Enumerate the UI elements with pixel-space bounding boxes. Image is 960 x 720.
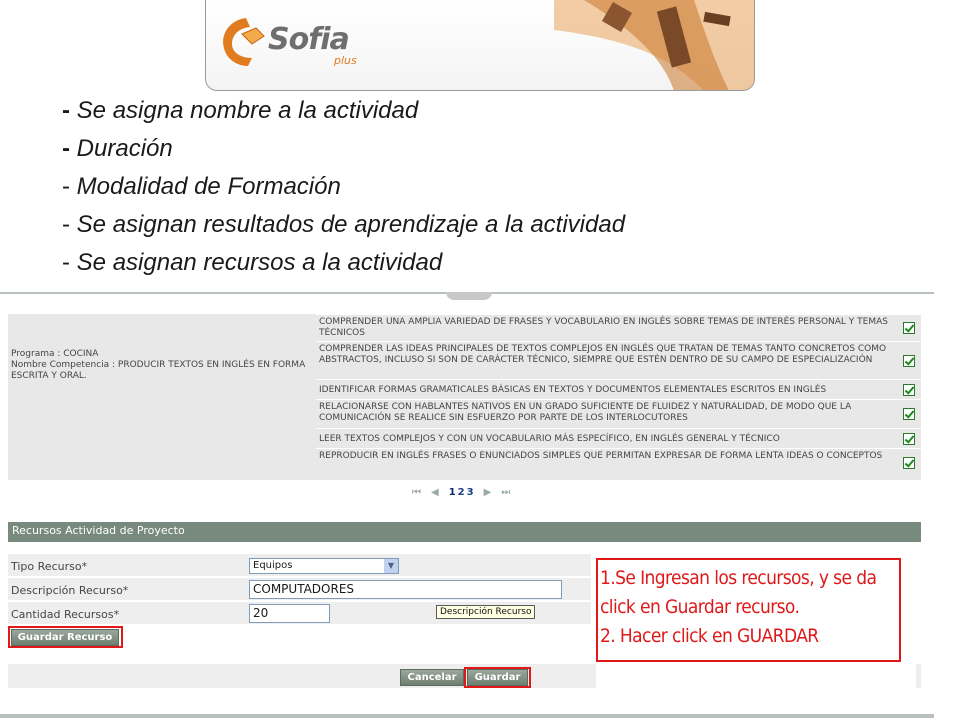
tipo-recurso-select[interactable]: Equipos ▼ [249, 558, 399, 574]
cancelar-button[interactable]: Cancelar [400, 669, 464, 686]
bullet-list: - Se asigna nombre a la actividad - Dura… [62, 92, 625, 282]
results-panel: Programa : COCINA Nombre Competencia : P… [8, 314, 921, 480]
bottom-divider [0, 714, 934, 718]
logo-text: Sofia [268, 22, 350, 57]
bullet-dash: - [62, 211, 70, 238]
result-checkbox[interactable] [903, 383, 915, 396]
bullet-item: - Modalidad de Formación [62, 168, 625, 206]
bullet-dash: - [62, 97, 70, 124]
result-checkbox[interactable] [903, 408, 915, 420]
bullet-item: - Se asignan resultados de aprendizaje a… [62, 206, 625, 244]
bullet-text: Modalidad de Formación [76, 173, 341, 200]
guardar-button[interactable]: Guardar [467, 669, 528, 686]
page-numbers: 1 2 3 [449, 487, 474, 498]
bullet-item: - Se asigna nombre a la actividad [62, 92, 625, 130]
result-text: REPRODUCIR EN INGLÉS FRASES O ENUNCIADOS… [319, 451, 883, 461]
tipo-recurso-value: Equipos [253, 560, 293, 571]
cantidad-recursos-label: Cantidad Recursos* [11, 608, 120, 621]
instruction-annotation: 1.Se Ingresan los recursos, y se da clic… [596, 558, 901, 662]
logo-banner: Sofia plus [205, 0, 755, 91]
bullet-dash: - [62, 173, 70, 200]
descripcion-recurso-input[interactable]: COMPUTADORES [249, 580, 562, 599]
result-row: REPRODUCIR EN INGLÉS FRASES O ENUNCIADOS… [316, 448, 921, 476]
program-info: Programa : COCINA Nombre Competencia : P… [11, 349, 311, 382]
annotation-backdrop [596, 662, 916, 700]
pager: ⏮ ◀ 1 2 3 ▶ ⏭ [412, 487, 510, 498]
section-header-recursos: Recursos Actividad de Proyecto [8, 522, 921, 542]
program-name: Programa : COCINA [11, 349, 99, 359]
bullet-text: Se asigna nombre a la actividad [76, 97, 419, 124]
result-checkbox[interactable] [903, 322, 915, 334]
result-row: COMPRENDER UNA AMPLIA VARIEDAD DE FRASES… [316, 314, 921, 341]
page-link[interactable]: 2 [458, 487, 465, 498]
header-decoration [446, 292, 492, 300]
prev-page-icon[interactable]: ◀ [431, 487, 439, 498]
result-checkbox[interactable] [903, 354, 915, 367]
bullet-text: Se asignan resultados de aprendizaje a l… [76, 211, 626, 238]
result-row: LEER TEXTOS COMPLEJOS Y CON UN VOCABULAR… [316, 428, 921, 448]
logo-suffix: plus [334, 54, 357, 67]
first-page-icon[interactable]: ⏮ [412, 487, 421, 498]
form-row-descripcion: Descripción Recurso* COMPUTADORES [8, 578, 591, 600]
result-checkbox[interactable] [903, 456, 915, 469]
chevron-down-icon[interactable]: ▼ [384, 559, 398, 573]
bullet-text: Se asignan recursos a la actividad [76, 249, 443, 276]
result-row: RELACIONARSE CON HABLANTES NATIVOS EN UN… [316, 399, 921, 428]
next-page-icon[interactable]: ▶ [484, 487, 492, 498]
cantidad-recursos-input[interactable]: 20 [249, 604, 330, 623]
page-link[interactable]: 1 [449, 487, 456, 498]
page-link[interactable]: 3 [467, 487, 474, 498]
result-row: COMPRENDER LAS IDEAS PRINCIPALES DE TEXT… [316, 341, 921, 379]
result-text: COMPRENDER UNA AMPLIA VARIEDAD DE FRASES… [319, 317, 888, 338]
result-checkbox[interactable] [903, 432, 915, 445]
descripcion-tooltip: Descripción Recurso [436, 605, 536, 619]
result-text: COMPRENDER LAS IDEAS PRINCIPALES DE TEXT… [319, 344, 887, 365]
bullet-dash: - [62, 249, 70, 276]
result-text: RELACIONARSE CON HABLANTES NATIVOS EN UN… [319, 402, 852, 423]
last-page-icon[interactable]: ⏭ [501, 487, 510, 498]
sofia-logo-icon [223, 18, 265, 66]
form-row-tipo: Tipo Recurso* Equipos ▼ [8, 554, 591, 576]
bullet-item: - Se asignan recursos a la actividad [62, 244, 625, 282]
result-text: LEER TEXTOS COMPLEJOS Y CON UN VOCABULAR… [319, 434, 780, 444]
bullet-item: - Duración [62, 130, 625, 168]
result-text: IDENTIFICAR FORMAS GRAMATICALES BÁSICAS … [319, 385, 827, 395]
descripcion-recurso-label: Descripción Recurso* [11, 584, 129, 597]
annotation-line: click en Guardar recurso. [600, 596, 800, 618]
logo-decoration [554, 0, 754, 90]
results-table: COMPRENDER UNA AMPLIA VARIEDAD DE FRASES… [316, 314, 921, 476]
tipo-recurso-label: Tipo Recurso* [11, 560, 88, 573]
guardar-recurso-button[interactable]: Guardar Recurso [11, 629, 119, 646]
bullet-text: Duración [76, 135, 173, 162]
annotation-line: 1.Se Ingresan los recursos, y se da [600, 567, 877, 589]
result-row: IDENTIFICAR FORMAS GRAMATICALES BÁSICAS … [316, 379, 921, 399]
annotation-line: 2. Hacer click en GUARDAR [600, 625, 819, 647]
competencia-name: Nombre Competencia : PRODUCIR TEXTOS EN … [11, 360, 306, 381]
bullet-dash: - [62, 135, 70, 162]
